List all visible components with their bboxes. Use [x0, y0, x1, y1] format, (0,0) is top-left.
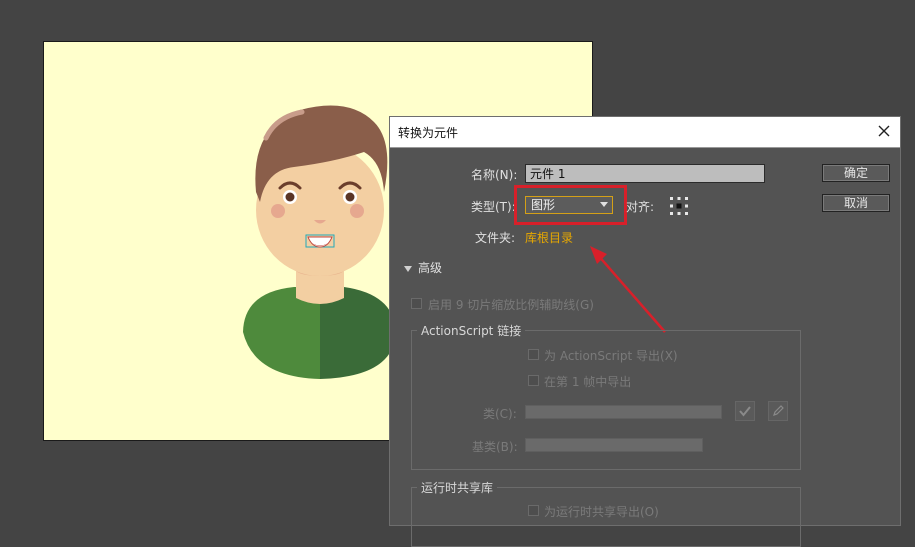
- dialog-titlebar: 转换为元件: [390, 117, 900, 148]
- type-dropdown-value: 图形: [531, 198, 556, 212]
- triangle-down-icon: [404, 265, 412, 272]
- nine-slice-label: 启用 9 切片缩放比例辅助线(G): [428, 298, 594, 312]
- advanced-toggle[interactable]: 高级: [404, 259, 442, 276]
- align-label: 对齐:: [626, 200, 655, 214]
- convert-to-symbol-dialog: 转换为元件 名称(N): 确定 取消 类型(T): 图形 对齐: 文件夹: 库根…: [389, 116, 901, 547]
- folder-label: 文件夹:: [475, 231, 516, 245]
- advanced-label: 高级: [418, 261, 443, 275]
- folder-link[interactable]: 库根目录: [525, 229, 573, 246]
- actionscript-group-title: ActionScript 链接: [417, 322, 526, 339]
- cancel-button[interactable]: 取消: [822, 194, 890, 212]
- name-label: 名称(N):: [471, 168, 518, 182]
- class-label: 类(C):: [483, 407, 517, 421]
- export-actionscript-label: 为 ActionScript 导出(X): [544, 349, 678, 363]
- runtime-shared-group-title: 运行时共享库: [417, 479, 498, 496]
- runtime-export-label: 为运行时共享导出(O): [544, 505, 659, 519]
- checkmark-icon[interactable]: [735, 401, 755, 421]
- registration-grid-icon[interactable]: [669, 196, 689, 216]
- chevron-down-icon: [600, 202, 608, 207]
- runtime-export-checkbox[interactable]: [528, 505, 539, 516]
- cheek-right: [350, 204, 364, 218]
- name-input[interactable]: [525, 164, 765, 183]
- export-first-frame-label: 在第 1 帧中导出: [544, 375, 632, 389]
- base-class-input[interactable]: [525, 438, 703, 452]
- pencil-icon[interactable]: [768, 401, 788, 421]
- export-first-frame-checkbox[interactable]: [528, 375, 539, 386]
- base-class-label: 基类(B):: [472, 440, 518, 454]
- class-input[interactable]: [525, 405, 722, 419]
- export-actionscript-checkbox[interactable]: [528, 349, 539, 360]
- type-label: 类型(T):: [471, 200, 516, 214]
- nine-slice-checkbox[interactable]: [411, 298, 422, 309]
- annotation-arrow: [590, 246, 666, 333]
- cheek-left: [271, 204, 285, 218]
- dialog-title: 转换为元件: [398, 126, 459, 140]
- type-dropdown[interactable]: 图形: [525, 196, 613, 214]
- ok-button[interactable]: 确定: [822, 164, 890, 182]
- close-icon[interactable]: [874, 121, 894, 141]
